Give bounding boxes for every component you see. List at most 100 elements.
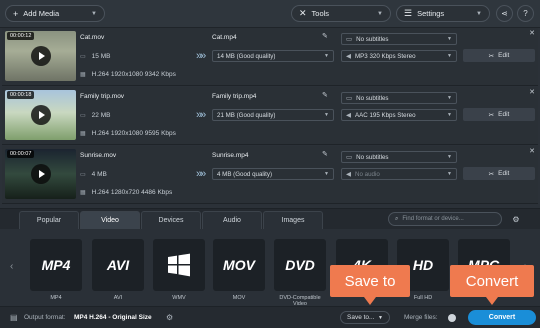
- chevron-down-icon: ▼: [447, 53, 452, 59]
- source-size-value: 15 MB: [91, 53, 111, 60]
- speaker-icon: ◀: [346, 171, 351, 178]
- tab-video[interactable]: Video: [80, 211, 140, 229]
- format-caption: WMV: [172, 295, 186, 301]
- settings-label: Settings: [417, 9, 445, 18]
- video-thumbnail[interactable]: 00:00:18: [5, 90, 76, 140]
- play-icon[interactable]: [31, 105, 51, 125]
- tools-icon: ✕: [299, 8, 307, 18]
- pencil-icon[interactable]: ✎: [322, 32, 328, 40]
- file-row[interactable]: 00:00:18 Family trip.mov ▭ 22 MB ▦ H.264 1…: [2, 87, 538, 145]
- tools-label: Tools: [311, 9, 330, 18]
- format-settings-icon[interactable]: ⚙: [509, 212, 523, 226]
- duration-badge: 00:00:12: [7, 32, 35, 40]
- edit-label: Edit: [498, 111, 510, 118]
- share-icon: ⋖: [501, 9, 508, 18]
- share-button[interactable]: ⋖: [496, 5, 513, 22]
- audio-value: MP3 320 Kbps Stereo: [355, 52, 416, 60]
- speaker-icon: ◀: [346, 53, 351, 60]
- file-list: 00:00:12 Cat.mov ▭ 15 MB ▦ H.264 1920x1080…: [0, 28, 540, 208]
- format-caption: AVI: [113, 295, 123, 301]
- help-button[interactable]: ?: [517, 5, 534, 22]
- edit-button[interactable]: ✂ Edit: [463, 108, 535, 121]
- source-info: ▦ H.264 1280x720 4486 Kbps: [80, 189, 172, 196]
- play-icon[interactable]: [31, 164, 51, 184]
- format-tile: MOV: [213, 239, 265, 291]
- gear-icon[interactable]: ⚙: [166, 313, 173, 322]
- output-format-value[interactable]: MP4 H.264 - Original Size: [74, 314, 152, 321]
- avi-logo: AVI: [106, 257, 130, 273]
- scissors-icon: ✂: [488, 170, 495, 178]
- output-quality-select[interactable]: 14 MB (Good quality) ▼: [212, 50, 334, 62]
- chevron-down-icon: ▼: [447, 171, 452, 177]
- remove-file-icon[interactable]: ✕: [529, 29, 535, 37]
- subtitles-select[interactable]: ▭ No subtitles ▼: [341, 151, 457, 163]
- speaker-icon: ◀: [346, 112, 351, 119]
- tools-button[interactable]: ✕ Tools ▼: [291, 5, 391, 22]
- video-thumbnail[interactable]: 00:00:07: [5, 149, 76, 199]
- output-quality-value: 21 MB (Good quality): [217, 111, 276, 119]
- subtitles-select[interactable]: ▭ No subtitles ▼: [341, 92, 457, 104]
- file-icon: ▭: [80, 113, 86, 119]
- subtitles-icon: ▭: [346, 154, 353, 161]
- video-thumbnail[interactable]: 00:00:12: [5, 31, 76, 81]
- file-row[interactable]: 00:00:12 Cat.mov ▭ 15 MB ▦ H.264 1920x1080…: [2, 28, 538, 86]
- search-icon: ⌕: [395, 215, 399, 222]
- save-to-callout: Save to: [330, 265, 410, 305]
- edit-button[interactable]: ✂ Edit: [463, 167, 535, 180]
- chevron-left-icon[interactable]: ‹: [10, 261, 13, 272]
- main-toolbar: + Add Media ▼ ✕ Tools ▼ ☰ Settings ▼ ⋖ ?: [0, 0, 540, 28]
- tab-audio[interactable]: Audio: [202, 211, 262, 229]
- format-tabs: Popular Video Devices Audio Images ⌕ Fin…: [0, 209, 540, 229]
- help-icon: ?: [523, 9, 528, 18]
- source-info-value: H.264 1920x1080 9342 Kbps: [91, 71, 176, 78]
- output-filename[interactable]: Family trip.mp4: [212, 93, 256, 100]
- edit-button[interactable]: ✂ Edit: [463, 49, 535, 62]
- audio-select[interactable]: ◀ MP3 320 Kbps Stereo ▼: [341, 50, 457, 62]
- tab-popular[interactable]: Popular: [19, 211, 79, 229]
- chevron-down-icon: ▼: [378, 314, 383, 321]
- save-to-button[interactable]: Save to... ▼: [340, 311, 390, 324]
- chevron-down-icon: ▼: [447, 112, 452, 118]
- tab-images[interactable]: Images: [263, 211, 323, 229]
- file-row[interactable]: 00:00:07 Sunrise.mov ▭ 4 MB ▦ H.264 1280x7…: [2, 146, 538, 204]
- output-filename[interactable]: Sunrise.mp4: [212, 152, 249, 159]
- chevron-down-icon: ▼: [377, 10, 383, 17]
- menu-icon: ☰: [404, 8, 413, 18]
- output-folder-icon[interactable]: ▤: [10, 313, 18, 322]
- chevron-down-icon: ▼: [447, 154, 452, 160]
- settings-button[interactable]: ☰ Settings ▼: [396, 5, 490, 22]
- source-size: ▭ 15 MB: [80, 53, 110, 60]
- dvd-logo: DVD: [285, 257, 315, 273]
- chevron-down-icon: ▼: [476, 10, 482, 17]
- tab-devices[interactable]: Devices: [141, 211, 201, 229]
- subtitles-select[interactable]: ▭ No subtitles ▼: [341, 33, 457, 45]
- film-icon: ▦: [80, 190, 86, 196]
- output-filename[interactable]: Cat.mp4: [212, 34, 237, 41]
- output-quality-select[interactable]: 21 MB (Good quality) ▼: [212, 109, 334, 121]
- source-filename: Family trip.mov: [80, 93, 125, 100]
- remove-file-icon[interactable]: ✕: [529, 147, 535, 155]
- format-search-input[interactable]: ⌕ Find format or device...: [388, 212, 502, 226]
- convert-callout: Convert: [450, 265, 534, 305]
- pencil-icon[interactable]: ✎: [322, 150, 328, 158]
- edit-label: Edit: [498, 52, 510, 59]
- format-avi[interactable]: AVI AVI: [92, 239, 144, 301]
- convert-arrow-icon: »»: [196, 109, 206, 121]
- format-mov[interactable]: MOV MOV: [213, 239, 265, 301]
- format-mp4[interactable]: MP4 MP4: [30, 239, 82, 301]
- audio-select[interactable]: ◀ AAC 195 Kbps Stereo ▼: [341, 109, 457, 121]
- source-size: ▭ 22 MB: [80, 112, 110, 119]
- film-icon: ▦: [80, 72, 86, 78]
- output-quality-select[interactable]: 4 MB (Good quality) ▼: [212, 168, 334, 180]
- format-dvd[interactable]: DVD DVD-Compatible Video: [274, 239, 326, 307]
- convert-button[interactable]: Convert: [468, 310, 536, 325]
- remove-file-icon[interactable]: ✕: [529, 88, 535, 96]
- audio-select[interactable]: ◀ No audio ▼: [341, 168, 457, 180]
- format-wmv[interactable]: WMV: [153, 239, 205, 301]
- source-filename: Sunrise.mov: [80, 152, 117, 159]
- pencil-icon[interactable]: ✎: [322, 91, 328, 99]
- format-caption: MOV: [232, 295, 246, 301]
- merge-files-toggle[interactable]: [448, 314, 456, 322]
- play-icon[interactable]: [31, 46, 51, 66]
- add-media-button[interactable]: + Add Media ▼: [5, 5, 105, 22]
